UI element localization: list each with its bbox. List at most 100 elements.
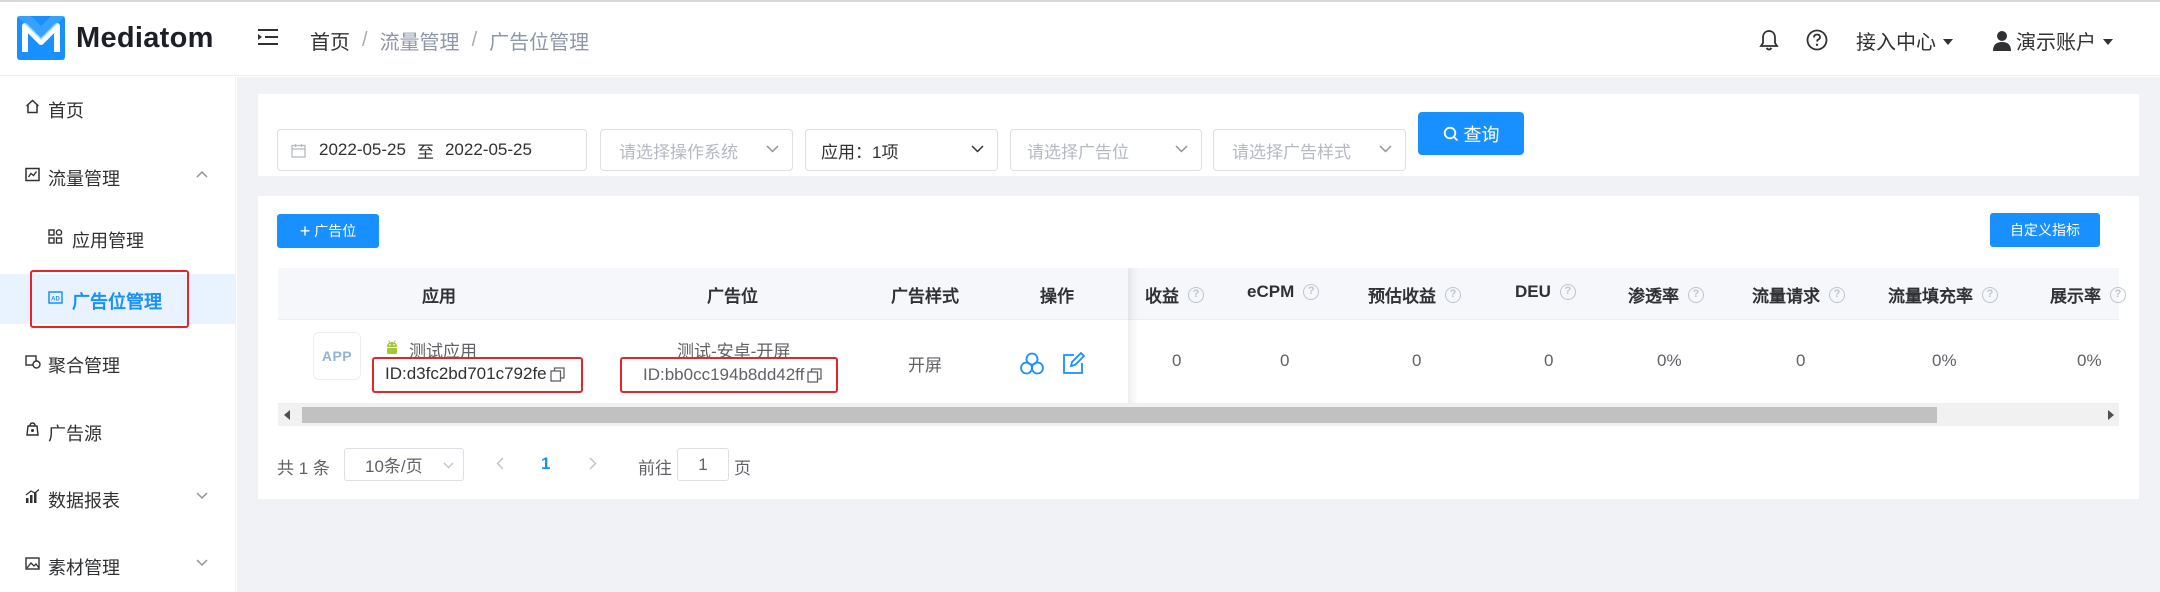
scroll-left-arrow-icon[interactable]	[284, 410, 290, 420]
sidebar-collapse-button[interactable]	[258, 27, 280, 47]
column-show-rate: 展示率?	[2050, 282, 2126, 307]
goto-page-value: 1	[698, 454, 708, 474]
copy-icon[interactable]	[807, 367, 822, 383]
svg-text:AD: AD	[51, 297, 60, 303]
adspace-id: ID:bb0cc194b8dd42ff	[643, 365, 822, 385]
column-adspace: 广告位	[707, 287, 758, 306]
penetration-cell: 0%	[1657, 351, 1682, 370]
os-select[interactable]: 请选择操作系统	[600, 129, 793, 171]
column-deu: DEU?	[1515, 282, 1576, 302]
caret-down-icon	[1943, 38, 1953, 45]
app-select-value: 应用：1项	[821, 142, 899, 162]
chevron-down-icon	[971, 145, 984, 153]
adspace-select[interactable]: 请选择广告位	[1010, 129, 1202, 171]
deu-cell: 0	[1544, 351, 1554, 370]
query-button[interactable]: 查询	[1418, 112, 1524, 155]
help-button[interactable]	[1806, 29, 1828, 51]
filter-card: 2022-05-25 至 2022-05-25 请选择操作系统 应用：1项 请选…	[258, 94, 2139, 176]
chart-icon	[25, 167, 40, 182]
chevron-down-icon	[196, 492, 208, 500]
page-size-select[interactable]: 10条/页	[344, 448, 464, 481]
breadcrumb-home[interactable]: 首页	[310, 26, 350, 55]
column-revenue: 收益?	[1145, 282, 1204, 307]
date-range-picker[interactable]: 2022-05-25 至 2022-05-25	[277, 129, 587, 171]
column-app: 应用	[422, 287, 456, 306]
next-page-icon[interactable]	[589, 457, 597, 470]
add-adspace-label: 广告位	[314, 223, 357, 239]
app-id: ID:d3fc2bd701c792fe	[385, 364, 565, 384]
sidebar-item-label: 首页	[48, 101, 84, 121]
access-center-dropdown[interactable]: 接入中心	[1856, 26, 1953, 55]
ad-icon: AD	[48, 291, 63, 304]
mediatom-logo-icon	[17, 16, 65, 60]
search-icon	[1443, 126, 1458, 141]
sidebar-item-adspace[interactable]: AD 广告位管理	[0, 274, 236, 324]
sidebar-item-label: 广告位管理	[72, 292, 162, 312]
app-select[interactable]: 应用：1项	[805, 129, 998, 171]
sidebar-item-source[interactable]: 广告源	[0, 406, 236, 456]
breadcrumb: 首页 / 流量管理 / 广告位管理	[310, 26, 589, 55]
add-adspace-button[interactable]: + 广告位	[277, 214, 379, 248]
user-icon	[1993, 30, 2011, 51]
source-icon	[26, 422, 39, 436]
question-circle-icon[interactable]: ?	[1303, 284, 1320, 300]
adspace-name: 测试-安卓-开屏	[677, 342, 791, 361]
column-adstyle: 广告样式	[891, 287, 959, 306]
question-circle-icon[interactable]: ?	[1445, 286, 1461, 303]
query-button-label: 查询	[1463, 124, 1500, 145]
sidebar-item-label: 素材管理	[48, 558, 120, 578]
goto-suffix: 页	[734, 459, 751, 478]
bell-icon	[1759, 30, 1779, 51]
logo[interactable]: Mediatom	[17, 16, 214, 60]
app-id-text: ID:d3fc2bd701c792fe	[385, 364, 547, 383]
sidebar-item-label: 应用管理	[72, 231, 144, 251]
column-est-revenue: 预估收益?	[1368, 282, 1461, 307]
column-ecpm: eCPM?	[1247, 282, 1320, 302]
question-circle-icon[interactable]: ?	[1982, 286, 1998, 303]
sidebar-item-aggregate[interactable]: 聚合管理	[0, 338, 236, 388]
revenue-cell: 0	[1172, 351, 1182, 370]
cluster-icon[interactable]	[1020, 352, 1044, 375]
app-name: 测试应用	[409, 342, 477, 361]
question-circle-icon[interactable]: ?	[1559, 284, 1576, 300]
fill-rate-cell: 0%	[1932, 351, 1957, 370]
edit-icon[interactable]	[1062, 352, 1086, 375]
prev-page-icon[interactable]	[496, 457, 504, 470]
sidebar-item-home[interactable]: 首页	[0, 83, 236, 133]
sidebar-item-report[interactable]: 数据报表	[0, 473, 236, 523]
question-circle-icon[interactable]: ?	[1829, 286, 1845, 303]
custom-metrics-button[interactable]: 自定义指标	[1990, 213, 2100, 247]
adstyle-select[interactable]: 请选择广告样式	[1213, 129, 1406, 171]
column-fill-rate: 流量填充率?	[1888, 282, 1998, 307]
home-icon	[25, 99, 40, 114]
chevron-down-icon	[1379, 145, 1392, 153]
copy-icon[interactable]	[549, 366, 565, 382]
report-icon	[25, 489, 40, 503]
account-label: 演示账户	[2016, 32, 2096, 54]
sidebar-item-label: 数据报表	[48, 491, 120, 511]
question-circle-icon[interactable]: ?	[1688, 286, 1704, 303]
breadcrumb-adspace: 广告位管理	[489, 32, 590, 54]
sidebar-item-material[interactable]: 素材管理	[0, 540, 236, 590]
sidebar-item-traffic[interactable]: 流量管理	[0, 151, 236, 201]
adstyle-select-placeholder: 请选择广告样式	[1232, 142, 1351, 162]
date-end: 2022-05-25	[444, 140, 532, 159]
adspace-select-placeholder: 请选择广告位	[1027, 142, 1129, 162]
fixed-column-shadow	[1128, 268, 1138, 406]
question-circle-icon[interactable]: ?	[2110, 286, 2126, 303]
goto-page-input[interactable]: 1	[677, 448, 729, 481]
est-revenue-cell: 0	[1412, 351, 1422, 370]
plus-icon: +	[299, 221, 311, 241]
question-circle-icon[interactable]: ?	[1188, 286, 1204, 303]
breadcrumb-traffic[interactable]: 流量管理	[380, 26, 460, 55]
sidebar-item-label: 广告源	[48, 424, 102, 444]
scroll-right-arrow-icon[interactable]	[2108, 410, 2114, 420]
custom-metrics-label: 自定义指标	[2010, 222, 2080, 238]
scrollbar-thumb[interactable]	[302, 407, 1937, 423]
account-dropdown[interactable]: 演示账户	[1992, 26, 2113, 55]
access-center-label: 接入中心	[1856, 32, 1936, 54]
current-page[interactable]: 1	[541, 454, 550, 474]
notification-button[interactable]	[1759, 29, 1779, 51]
sidebar-item-apps[interactable]: 应用管理	[0, 213, 236, 263]
apps-icon	[48, 229, 63, 244]
